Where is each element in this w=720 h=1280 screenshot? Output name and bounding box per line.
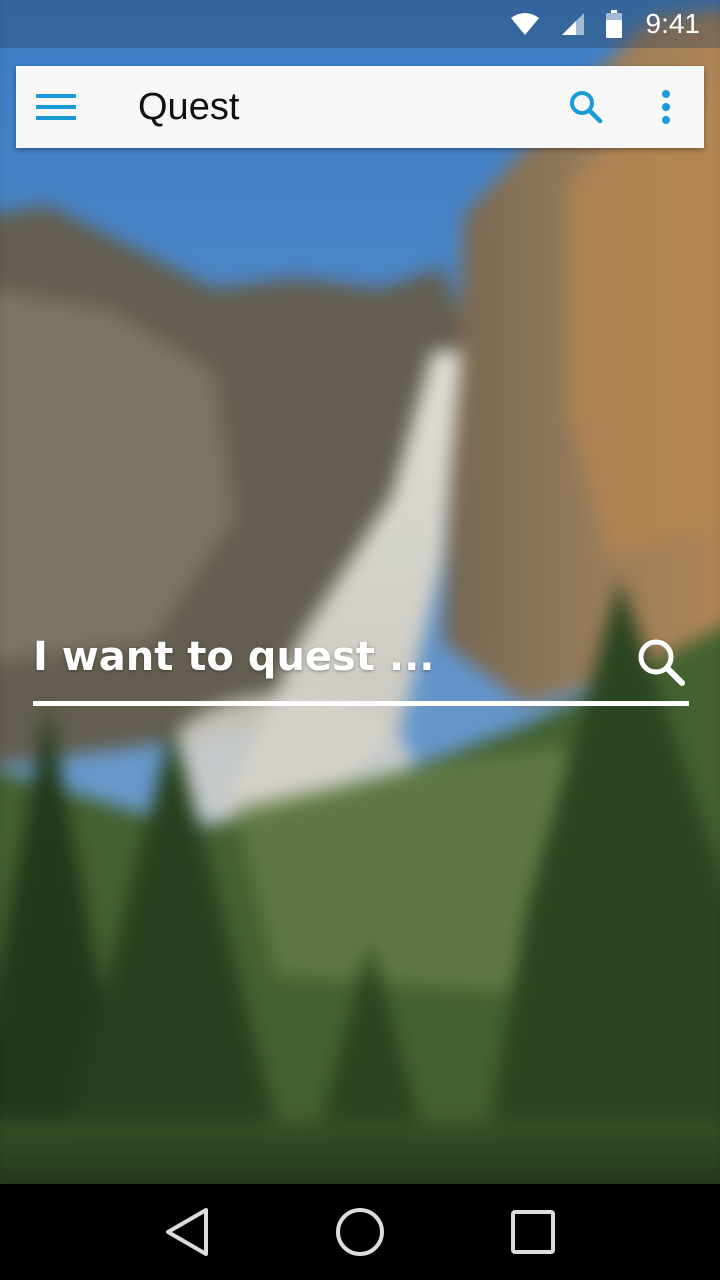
hamburger-menu-icon — [36, 94, 76, 120]
more-vert-icon — [662, 90, 670, 124]
recents-button[interactable] — [485, 1184, 581, 1280]
navigation-bar — [0, 1184, 720, 1280]
menu-button[interactable] — [12, 66, 100, 148]
battery-icon — [605, 10, 622, 38]
search-submit-button[interactable] — [633, 634, 689, 690]
recents-icon — [511, 1210, 556, 1254]
quest-search-field[interactable]: I want to quest ... — [33, 622, 689, 706]
search-placeholder[interactable]: I want to quest ... — [33, 634, 434, 680]
cell-signal-icon — [560, 11, 586, 37]
app-bar: Quest — [16, 66, 704, 148]
more-options-button[interactable] — [634, 66, 698, 148]
home-icon — [335, 1208, 384, 1256]
wifi-icon — [510, 11, 540, 37]
status-time: 9:41 — [645, 8, 701, 39]
background-image — [0, 0, 720, 1184]
app-title: Quest — [138, 85, 240, 128]
status-bar: 9:41 — [0, 0, 720, 48]
search-icon — [638, 639, 685, 686]
back-button[interactable] — [139, 1184, 235, 1280]
home-button[interactable] — [312, 1184, 408, 1280]
background-overlay — [0, 0, 720, 1184]
back-icon — [165, 1208, 208, 1256]
search-icon — [570, 91, 603, 124]
search-underline — [33, 701, 689, 706]
search-button[interactable] — [554, 66, 618, 148]
